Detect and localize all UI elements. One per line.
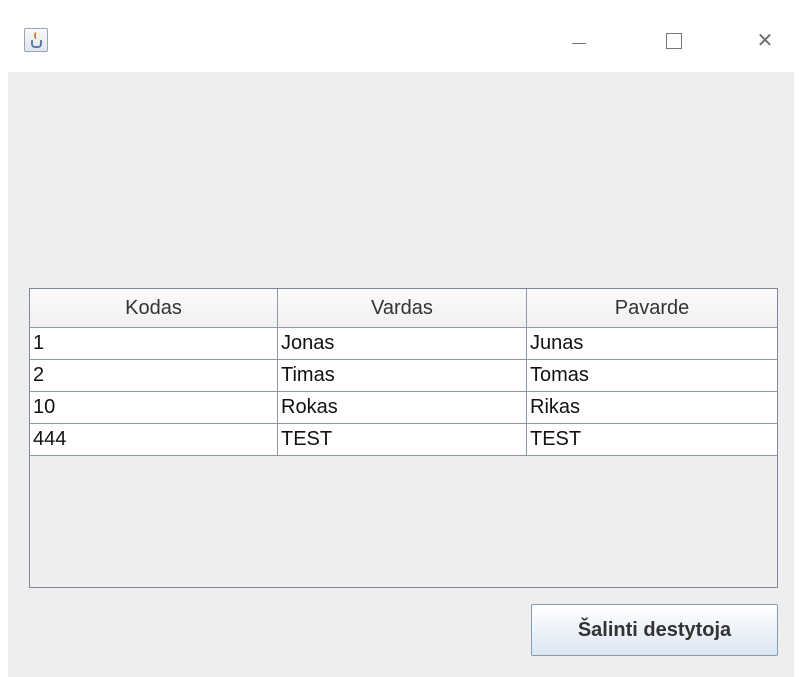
table-header-row: Kodas Vardas Pavarde [30, 289, 777, 328]
table-row[interactable]: 444 TEST TEST [30, 424, 777, 456]
delete-teacher-button[interactable]: Šalinti destytoja [531, 604, 778, 656]
table-cell-kodas[interactable]: 10 [30, 392, 278, 423]
table-cell-kodas[interactable]: 2 [30, 360, 278, 391]
column-header-vardas[interactable]: Vardas [278, 289, 527, 328]
table-cell-kodas[interactable]: 1 [30, 328, 278, 359]
table-cell-pavarde[interactable]: Junas [527, 328, 777, 359]
title-bar[interactable]: ✕ [8, 0, 794, 72]
table-cell-vardas[interactable]: Timas [278, 360, 527, 391]
column-header-pavarde[interactable]: Pavarde [527, 289, 777, 328]
table-cell-vardas[interactable]: Jonas [278, 328, 527, 359]
table-row[interactable]: 1 Jonas Junas [30, 328, 777, 360]
close-icon[interactable]: ✕ [750, 28, 780, 54]
table-cell-vardas[interactable]: Rokas [278, 392, 527, 423]
java-steam-icon [34, 32, 39, 39]
column-header-kodas[interactable]: Kodas [30, 289, 278, 328]
maximize-icon[interactable] [658, 28, 688, 54]
table-cell-pavarde[interactable]: Tomas [527, 360, 777, 391]
table-cell-vardas[interactable]: TEST [278, 424, 527, 455]
application-window: ✕ Kodas Vardas Pavarde 1 Jonas Junas 2 T… [8, 0, 794, 677]
table-cell-kodas[interactable]: 444 [30, 424, 278, 455]
java-cup-icon-shape [31, 40, 42, 48]
table-row[interactable]: 2 Timas Tomas [30, 360, 777, 392]
java-cup-icon[interactable] [24, 28, 48, 52]
minimize-icon[interactable] [564, 28, 594, 54]
table-row[interactable]: 10 Rokas Rikas [30, 392, 777, 424]
table-cell-pavarde[interactable]: Rikas [527, 392, 777, 423]
window-content: Kodas Vardas Pavarde 1 Jonas Junas 2 Tim… [8, 72, 794, 677]
table-cell-pavarde[interactable]: TEST [527, 424, 777, 455]
teacher-table[interactable]: Kodas Vardas Pavarde 1 Jonas Junas 2 Tim… [29, 288, 778, 588]
